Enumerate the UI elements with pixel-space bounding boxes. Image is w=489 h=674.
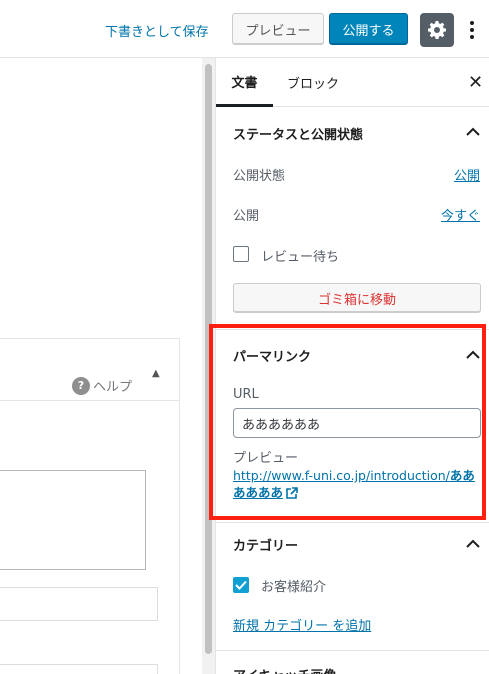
permalink-panel-title[interactable]: パーマリンク — [233, 346, 311, 365]
move-to-trash-button[interactable]: ゴミ箱に移動 — [233, 283, 481, 313]
divider — [216, 650, 489, 651]
divider — [0, 400, 180, 401]
pending-review-checkbox[interactable] — [233, 246, 249, 262]
permalink-preview-label: プレビュー — [233, 451, 299, 466]
more-menu-button[interactable] — [462, 16, 482, 44]
preview-link-base: http://www.f-uni.co.jp/introduction/ — [233, 468, 450, 483]
publish-button[interactable]: 公開する — [329, 13, 408, 45]
more-dot — [470, 35, 474, 39]
add-new-category-link[interactable]: 新規 カテゴリー を追加 — [233, 615, 371, 634]
tab-block[interactable]: ブロック — [287, 58, 339, 107]
collapse-arrow-icon[interactable]: ▲ — [152, 368, 160, 379]
permalink-preview-link[interactable]: http://www.f-uni.co.jp/introduction/ああああ… — [233, 467, 483, 501]
tab-document[interactable]: 文書 — [216, 58, 273, 107]
publish-date-label: 公開 — [233, 209, 260, 224]
save-draft-link[interactable]: 下書きとして保存 — [105, 21, 209, 40]
category-checkbox[interactable] — [233, 577, 249, 593]
chevron-up-icon[interactable] — [466, 127, 480, 136]
help-icon: ? — [72, 376, 90, 395]
status-panel-title[interactable]: ステータスと公開状態 — [233, 124, 363, 143]
more-dot — [470, 28, 474, 32]
close-sidebar-icon[interactable]: ✕ — [468, 74, 483, 92]
settings-sidebar: 文書 ブロック ✕ ステータスと公開状態 公開状態 公開 公開 今すぐ レビュー… — [215, 58, 489, 674]
sidebar-tabs: 文書 ブロック ✕ — [216, 58, 489, 107]
meta-textarea[interactable] — [0, 470, 146, 570]
checkmark-icon — [235, 580, 247, 590]
external-link-icon — [286, 487, 298, 499]
category-label: お客様紹介 — [261, 580, 327, 595]
divider — [216, 522, 489, 523]
gear-icon — [428, 21, 446, 39]
editor-toolbar: 下書きとして保存 プレビュー 公開する — [0, 0, 489, 58]
settings-button[interactable] — [420, 13, 454, 47]
preview-button[interactable]: プレビュー — [232, 13, 324, 45]
meta-input[interactable] — [0, 664, 158, 674]
category-panel-title[interactable]: カテゴリー — [233, 535, 298, 554]
url-label: URL — [233, 387, 259, 402]
editor-scrollbar[interactable] — [202, 58, 215, 674]
help-label: ヘルプ — [93, 380, 133, 395]
publish-date-toggle[interactable]: 今すぐ — [441, 205, 480, 224]
meta-input[interactable] — [0, 587, 158, 621]
help-toggle[interactable]: ? ヘルプ — [72, 376, 132, 395]
pending-review-label: レビュー待ち — [261, 250, 340, 265]
permalink-url-input[interactable] — [233, 408, 481, 438]
chevron-up-icon[interactable] — [466, 350, 480, 359]
visibility-label: 公開状態 — [233, 169, 286, 184]
chevron-up-icon[interactable] — [466, 539, 480, 548]
visibility-toggle[interactable]: 公開 — [454, 165, 480, 184]
featured-image-panel-title[interactable]: アイキャッチ画像 — [233, 665, 336, 674]
more-dot — [470, 21, 474, 25]
divider — [216, 329, 489, 330]
scrollbar-thumb[interactable] — [205, 64, 212, 654]
